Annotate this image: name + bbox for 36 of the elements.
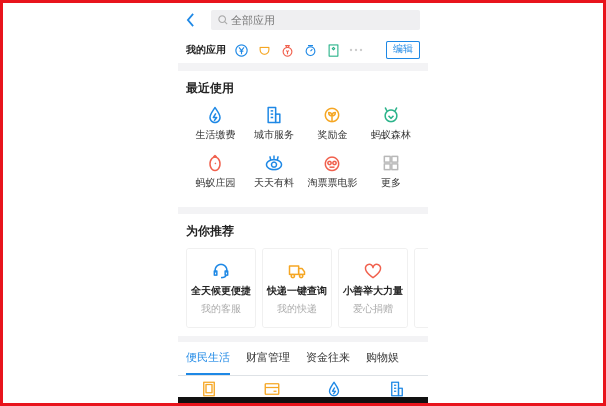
back-icon[interactable] [186,13,195,28]
card-subtitle: 我的客服 [201,302,241,318]
card-title: 小善举大力量 [343,284,403,300]
app-label[interactable]: 生活缴费 [195,128,236,144]
recommend-card[interactable]: 全天候更便捷 我的客服 [186,248,256,328]
category-tab[interactable]: 资金往来 [306,350,350,375]
app-icon[interactable] [326,42,341,58]
card-title: 全天候更便捷 [191,284,251,300]
app-icon[interactable] [234,42,249,58]
recommend-card[interactable]: 快递一键查询 我的快递 [262,248,332,328]
search-field[interactable]: 全部应用 [211,10,420,30]
card-icon[interactable] [363,261,383,282]
app-label[interactable]: 城市服务 [254,128,294,144]
card-subtitle: 我的快递 [277,302,317,318]
my-apps-label: 我的应用 [186,43,226,58]
app-label[interactable]: 蚂蚁庄园 [195,176,236,192]
card-icon[interactable] [211,261,231,282]
recommend-card[interactable]: 小善举大力量 爱心捐赠 [338,248,408,328]
section-title: 为你推荐 [186,223,235,240]
app-icon[interactable] [380,153,401,174]
app-label[interactable]: 蚂蚁森林 [370,128,411,144]
card-title: 快递一键查询 [267,284,327,300]
search-icon [218,15,228,26]
category-tab[interactable]: 财富管理 [246,350,290,375]
app-icon[interactable] [322,105,342,126]
edit-button[interactable]: 编辑 [386,41,420,60]
app-icon[interactable] [303,42,318,58]
category-tab[interactable]: 购物娱 [366,350,399,375]
app-label[interactable]: 奖励金 [317,128,348,144]
app-icon[interactable] [264,153,284,174]
app-label[interactable]: 淘票票电影 [307,176,358,192]
card-subtitle: 爱心捐赠 [353,302,393,318]
app-icon[interactable] [280,42,295,58]
app-label[interactable]: 天天有料 [254,176,294,192]
app-label[interactable]: 更多 [380,176,401,192]
section-title: 最近使用 [186,80,235,98]
